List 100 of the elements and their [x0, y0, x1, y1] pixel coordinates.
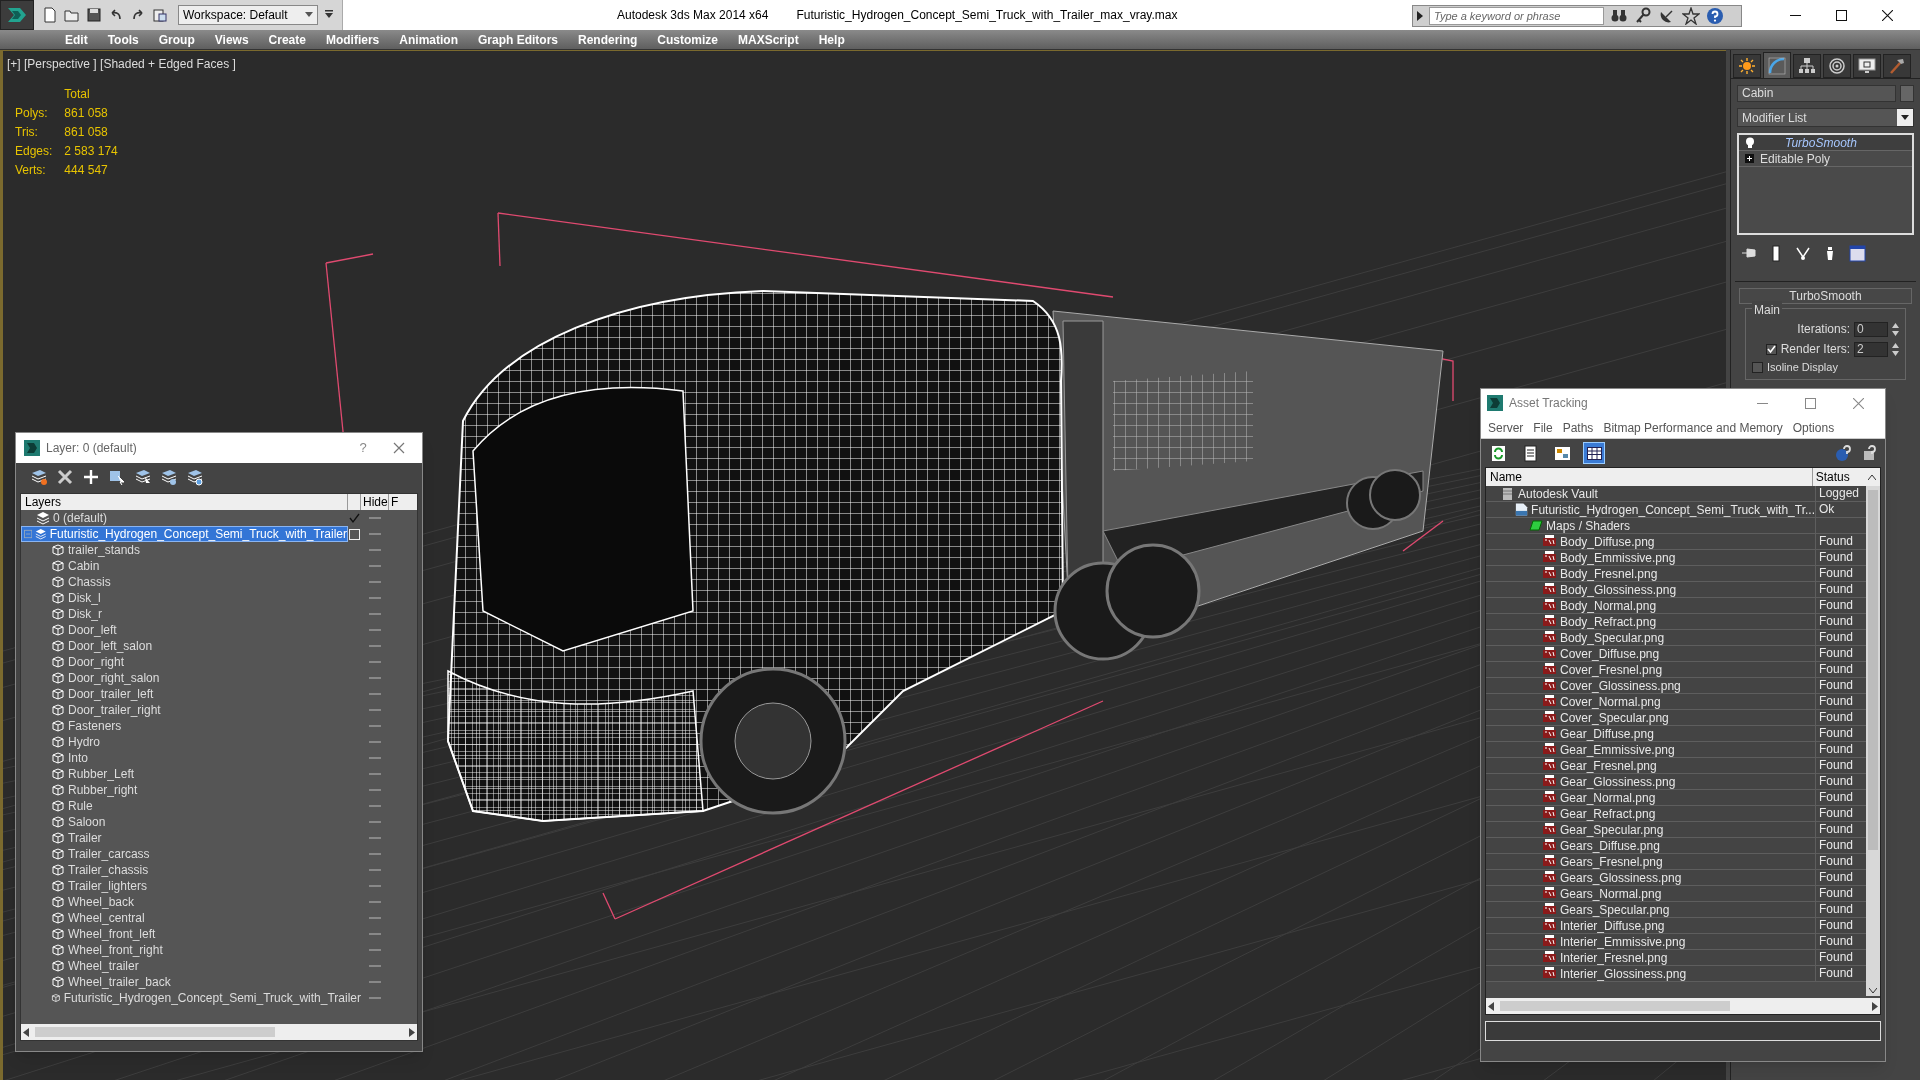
menu-item[interactable]: Group: [148, 29, 205, 50]
menu-item[interactable]: Graph Editors: [467, 29, 568, 50]
menu-item[interactable]: Animation: [389, 29, 468, 50]
object-row[interactable]: Wheel_back: [21, 894, 361, 910]
menu-item[interactable]: Modifiers: [315, 29, 390, 50]
layer-settings-icon[interactable]: [186, 468, 204, 486]
app-logo-button[interactable]: [0, 0, 34, 30]
hide-toggle-icon[interactable]: [369, 964, 381, 968]
object-row[interactable]: Trailer_lighters: [21, 878, 361, 894]
panel-tab[interactable]: [1883, 54, 1911, 78]
hide-toggle-icon[interactable]: [369, 916, 381, 920]
spinner-icon[interactable]: [1892, 321, 1899, 337]
object-row[interactable]: Fasteners: [21, 718, 361, 734]
horizontal-scrollbar[interactable]: [1486, 998, 1880, 1014]
checkbox[interactable]: [349, 528, 360, 540]
asset-row[interactable]: Gears_Normal.png Found: [1486, 886, 1868, 902]
scrollbar-thumb[interactable]: [35, 1027, 275, 1037]
hide-toggle-icon[interactable]: [369, 660, 381, 664]
scroll-left-icon[interactable]: [1488, 1001, 1494, 1011]
object-row[interactable]: Rubber_Left: [21, 766, 361, 782]
object-row[interactable]: Disk_l: [21, 590, 361, 606]
asset-row[interactable]: Body_Emmissive.png Found: [1486, 550, 1868, 566]
object-row[interactable]: Door_left: [21, 622, 361, 638]
menu-item[interactable]: Edit: [55, 29, 98, 50]
column-header[interactable]: F: [389, 494, 399, 510]
object-row[interactable]: Trailer_carcass: [21, 846, 361, 862]
object-row[interactable]: Wheel_trailer: [21, 958, 361, 974]
panel-tab[interactable]: [1793, 54, 1821, 78]
toolbar-button[interactable]: [1583, 442, 1605, 464]
object-row[interactable]: Wheel_front_right: [21, 942, 361, 958]
object-row[interactable]: Door_right_salon: [21, 670, 361, 686]
hide-toggle-icon[interactable]: [369, 628, 381, 632]
hide-toggle-icon[interactable]: [369, 900, 381, 904]
hide-toggle-icon[interactable]: [369, 596, 381, 600]
scrollbar-thumb[interactable]: [1500, 1001, 1730, 1011]
hide-toggle-icon[interactable]: [369, 708, 381, 712]
asset-row[interactable]: Cover_Diffuse.png Found: [1486, 646, 1868, 662]
column-header[interactable]: Layers: [21, 494, 348, 510]
asset-row[interactable]: Autodesk Vault Logged: [1486, 486, 1868, 502]
hide-toggle-icon[interactable]: [369, 676, 381, 680]
hide-toggle-icon[interactable]: [369, 516, 381, 520]
object-row[interactable]: Wheel_front_left: [21, 926, 361, 942]
object-row[interactable]: Wheel_central: [21, 910, 361, 926]
asset-row[interactable]: Gears_Specular.png Found: [1486, 902, 1868, 918]
hide-toggle-icon[interactable]: [369, 612, 381, 616]
hide-toggle-icon[interactable]: [369, 692, 381, 696]
object-row[interactable]: Door_trailer_left: [21, 686, 361, 702]
search-field[interactable]: Type a keyword or phrase: [1429, 7, 1604, 25]
layer-row[interactable]: 0 (default): [21, 510, 348, 526]
menu-item[interactable]: MAXScript: [728, 29, 809, 50]
save-icon[interactable]: [86, 7, 102, 23]
menu-item[interactable]: Rendering: [568, 29, 648, 50]
hide-toggle-icon[interactable]: [369, 724, 381, 728]
expand-icon[interactable]: [1745, 154, 1754, 163]
render-iters-field[interactable]: 2: [1854, 341, 1888, 357]
object-row[interactable]: Wheel_trailer_back: [21, 974, 361, 990]
iterations-field[interactable]: 0: [1854, 321, 1888, 337]
asset-row[interactable]: Gear_Glossiness.png Found: [1486, 774, 1868, 790]
asset-row[interactable]: Maps / Shaders: [1486, 518, 1868, 534]
modifier-list-dropdown[interactable]: Modifier List: [1737, 108, 1914, 127]
scroll-right-icon[interactable]: [409, 1027, 415, 1037]
asset-row[interactable]: Interier_Glossiness.png Found: [1486, 966, 1868, 982]
menu-item[interactable]: Help: [808, 29, 855, 50]
asset-row[interactable]: Cover_Normal.png Found: [1486, 694, 1868, 710]
asset-row[interactable]: Interier_Fresnel.png Found: [1486, 950, 1868, 966]
asset-row[interactable]: Futuristic_Hydrogen_Concept_Semi_Truck_with_Tr... Ok: [1486, 502, 1868, 518]
hide-toggle-icon[interactable]: [369, 740, 381, 744]
menu-item[interactable]: Customize: [647, 29, 728, 50]
layer-row[interactable]: Futuristic_Hydrogen_Concept_Semi_Truck_with_Trailer: [21, 526, 348, 542]
hide-toggle-icon[interactable]: [369, 772, 381, 776]
asset-row[interactable]: Body_Normal.png Found: [1486, 598, 1868, 614]
menu-item[interactable]: Paths: [1559, 418, 1597, 437]
menu-item[interactable]: Tools: [97, 29, 149, 50]
object-row[interactable]: trailer_stands: [21, 542, 361, 558]
menu-item[interactable]: Create: [258, 29, 316, 50]
asset-row[interactable]: Gear_Normal.png Found: [1486, 790, 1868, 806]
add-icon[interactable]: [82, 468, 100, 486]
hide-toggle-icon[interactable]: [369, 788, 381, 792]
hide-toggle-icon[interactable]: [369, 980, 381, 984]
scroll-right-icon[interactable]: [1872, 1001, 1878, 1011]
object-name-field[interactable]: Cabin: [1737, 85, 1896, 102]
panel-tab[interactable]: [1763, 52, 1791, 78]
isoline-checkbox[interactable]: [1752, 361, 1763, 373]
asset-row[interactable]: Gear_Emmissive.png Found: [1486, 742, 1868, 758]
scroll-left-icon[interactable]: [23, 1027, 29, 1037]
column-header[interactable]: Hide: [361, 494, 389, 510]
object-row[interactable]: Chassis: [21, 574, 361, 590]
asset-row[interactable]: Gear_Specular.png Found: [1486, 822, 1868, 838]
hide-toggle-icon[interactable]: [369, 548, 381, 552]
hide-toggle-icon[interactable]: [369, 564, 381, 568]
satellite-dish-icon[interactable]: [1658, 7, 1676, 25]
object-row[interactable]: Door_left_salon: [21, 638, 361, 654]
hide-toggle-icon[interactable]: [369, 644, 381, 648]
configure-sets-icon[interactable]: [1849, 244, 1866, 262]
render-iters-checkbox[interactable]: [1765, 343, 1777, 355]
asset-row[interactable]: Gear_Refract.png Found: [1486, 806, 1868, 822]
asset-row[interactable]: Body_Glossiness.png Found: [1486, 582, 1868, 598]
project-folder-icon[interactable]: [152, 7, 168, 23]
workspace-dropdown[interactable]: Workspace: Default: [178, 5, 318, 25]
panel-tab[interactable]: [1853, 54, 1881, 78]
